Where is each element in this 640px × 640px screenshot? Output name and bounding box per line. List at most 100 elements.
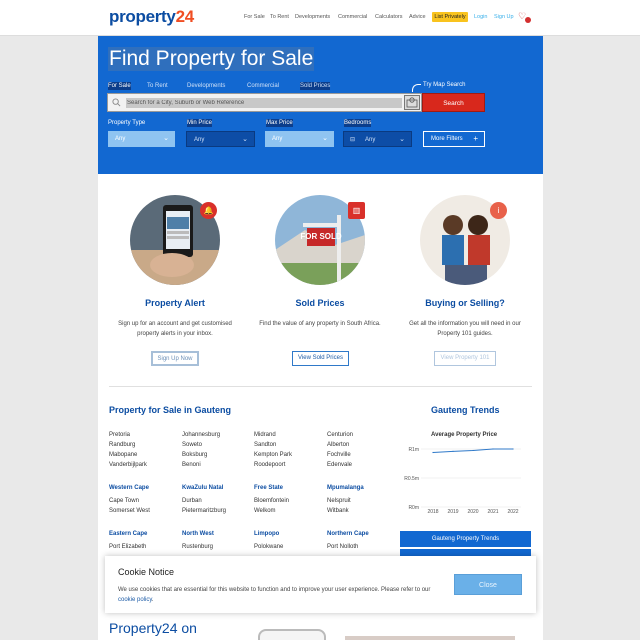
min-price-value: Any	[194, 137, 205, 143]
city-link[interactable]: Polokwane	[254, 542, 283, 552]
city-link[interactable]: Durban	[182, 496, 202, 506]
tab-developments[interactable]: Developments	[187, 82, 225, 90]
city-link[interactable]: Somerset West	[109, 506, 150, 516]
tab-for-sale[interactable]: For Sale	[108, 82, 131, 90]
region-title-western-cape[interactable]: Western Cape	[109, 485, 149, 491]
city-link[interactable]: Alberton	[327, 440, 349, 450]
list-privately-button[interactable]: List Privately	[432, 12, 468, 22]
tab-to-rent[interactable]: To Rent	[147, 82, 168, 90]
view-property-101-button[interactable]: View Property 101	[434, 351, 496, 366]
cookie-close-button[interactable]: Close	[454, 574, 522, 595]
chevron-down-icon: ⌄	[399, 136, 405, 143]
logo-accent: 24	[175, 7, 195, 26]
nav-for-sale[interactable]: For Sale	[244, 14, 265, 20]
filter-label-property-type: Property Type	[108, 120, 146, 126]
tab-sold-prices[interactable]: Sold Prices	[300, 82, 331, 90]
city-link[interactable]: Bloemfontein	[254, 496, 289, 506]
sign-up-now-button[interactable]: Sign Up Now	[151, 351, 199, 366]
map-search-link[interactable]: Try Map Search	[423, 82, 465, 88]
map-search-arrow-icon	[412, 84, 421, 92]
city-link[interactable]: Kempton Park	[254, 450, 292, 460]
city-link[interactable]: Soweto	[182, 440, 202, 450]
city-link[interactable]: Mabopane	[109, 450, 137, 460]
signup-link[interactable]: Sign Up	[494, 14, 514, 20]
filter-label-max-price: Max Price	[266, 119, 293, 127]
promo-image-strip	[345, 636, 515, 640]
y-tick-label: R0.5m	[404, 476, 419, 482]
nav-commercial[interactable]: Commercial	[338, 14, 367, 20]
y-tick-label: R1m	[408, 447, 419, 453]
region-title-northern-cape[interactable]: Northern Cape	[327, 531, 369, 537]
chevron-down-icon: ⌄	[322, 135, 328, 142]
search-icon	[112, 98, 121, 107]
app-promo-title: Property24 on	[109, 620, 197, 636]
buying-selling-title: Buying or Selling?	[425, 298, 505, 308]
data-point	[472, 449, 474, 452]
gauteng-section-title: Property for Sale in Gauteng	[109, 405, 232, 415]
region-title-free-state[interactable]: Free State	[254, 485, 283, 491]
section-divider	[109, 386, 532, 387]
tab-commercial[interactable]: Commercial	[247, 82, 279, 90]
region-title-eastern-cape[interactable]: Eastern Cape	[109, 531, 147, 537]
gauteng-property-trends-button[interactable]: Gauteng Property Trends	[400, 531, 531, 547]
login-link[interactable]: Login	[474, 14, 487, 20]
property-type-value: Any	[115, 136, 126, 142]
search-input[interactable]	[126, 98, 402, 108]
city-link[interactable]: Rustenburg	[182, 542, 213, 552]
max-price-select[interactable]: Any ⌄	[265, 131, 334, 147]
view-sold-prices-button[interactable]: View Sold Prices	[292, 351, 349, 366]
bell-icon: 🔔	[200, 202, 217, 219]
region-title-north-west[interactable]: North West	[182, 531, 214, 537]
city-link[interactable]: Randburg	[109, 440, 135, 450]
map-pin-icon	[406, 97, 418, 108]
trends-section-title: Gauteng Trends	[431, 405, 500, 415]
price-trend-chart: R1m R0.5m R0m 2018 2019 2020 2021 2022	[404, 447, 521, 515]
x-tick-label: 2020	[467, 509, 478, 515]
nav-calculators[interactable]: Calculators	[375, 14, 403, 20]
city-link[interactable]: Witbank	[327, 506, 349, 516]
bed-icon: ⊟	[350, 137, 356, 143]
city-link[interactable]: Sandton	[254, 440, 276, 450]
x-tick-label: 2021	[487, 509, 498, 515]
filter-label-bedrooms: Bedrooms	[344, 119, 372, 127]
city-link[interactable]: Nelspruit	[327, 496, 351, 506]
region-title-kwazulu-natal[interactable]: KwaZulu Natal	[182, 485, 223, 491]
min-price-select[interactable]: Any ⌄	[186, 131, 255, 147]
city-link[interactable]: Johannesburg	[182, 430, 220, 440]
property-type-select[interactable]: Any ⌄	[108, 131, 175, 147]
city-link[interactable]: Centurion	[327, 430, 353, 440]
buying-selling-desc: Get all the information you will need in…	[409, 321, 521, 337]
hero-title: Find Property for Sale	[108, 47, 315, 71]
map-pin-button[interactable]	[404, 95, 420, 110]
data-point	[512, 448, 514, 450]
chevron-down-icon: ⌄	[163, 135, 169, 142]
cookie-policy-link[interactable]: cookie policy	[118, 597, 152, 603]
city-link[interactable]: Pretoria	[109, 430, 130, 440]
max-price-value: Any	[272, 136, 283, 142]
region-title-mpumalanga[interactable]: Mpumalanga	[327, 485, 364, 491]
city-link[interactable]: Roodepoort	[254, 460, 285, 470]
chart-icon: ▥	[348, 202, 365, 219]
more-filters-button[interactable]: More Filters +	[423, 131, 485, 147]
city-link[interactable]: Fochville	[327, 450, 351, 460]
city-link[interactable]: Cape Town	[109, 496, 139, 506]
city-link[interactable]: Port Nolloth	[327, 542, 358, 552]
region-title-limpopo[interactable]: Limpopo	[254, 531, 279, 537]
city-link[interactable]: Welkom	[254, 506, 276, 516]
bedrooms-value: Any	[365, 137, 376, 143]
city-link[interactable]: Vanderbijlpark	[109, 460, 147, 470]
city-link[interactable]: Benoni	[182, 460, 201, 470]
nav-developments[interactable]: Developments	[295, 14, 330, 20]
cookie-text: We use cookies that are essential for th…	[118, 585, 448, 605]
nav-to-rent[interactable]: To Rent	[270, 14, 289, 20]
site-logo[interactable]: property24	[109, 7, 194, 27]
search-button[interactable]: Search	[422, 93, 485, 112]
property-alert-title: Property Alert	[145, 298, 205, 308]
city-link[interactable]: Pietermaritzburg	[182, 506, 226, 516]
city-link[interactable]: Midrand	[254, 430, 276, 440]
bedrooms-select[interactable]: ⊟ Any ⌄	[343, 131, 412, 147]
city-link[interactable]: Boksburg	[182, 450, 207, 460]
city-link[interactable]: Edenvale	[327, 460, 352, 470]
nav-advice[interactable]: Advice	[409, 14, 426, 20]
city-link[interactable]: Port Elizabeth	[109, 542, 146, 552]
